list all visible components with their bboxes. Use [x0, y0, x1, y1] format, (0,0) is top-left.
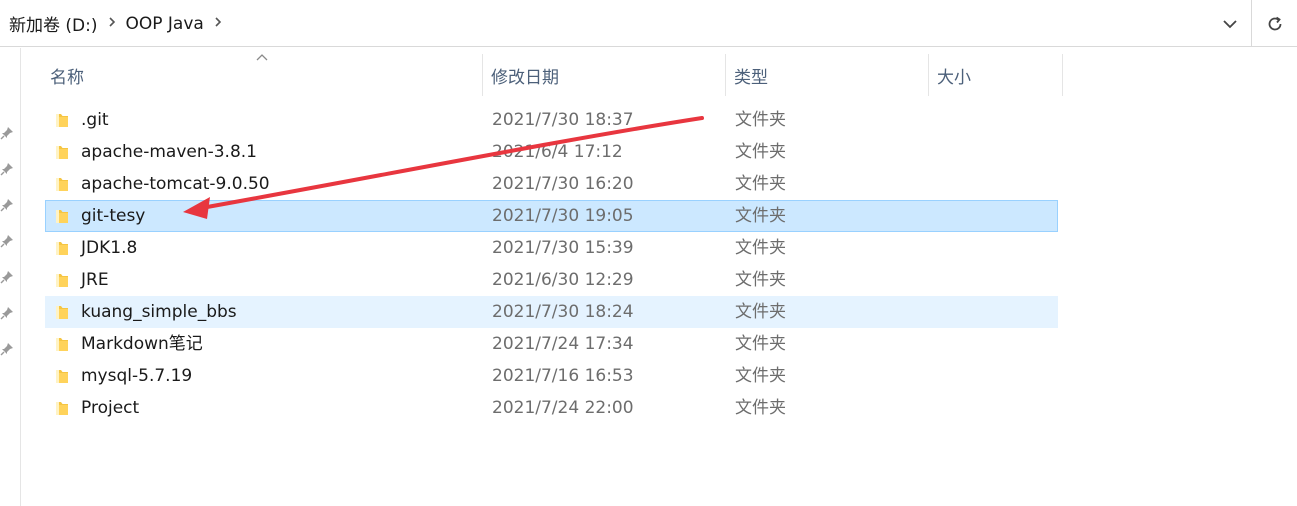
column-divider[interactable] — [928, 54, 929, 96]
breadcrumb-drive[interactable]: 新加卷 (D:) — [5, 11, 102, 36]
column-headers: 名称 修改日期 类型 大小 — [0, 48, 1297, 102]
file-row[interactable]: JDK1.8 2021/7/30 15:39 文件夹 — [45, 232, 1058, 264]
pin-icon[interactable] — [0, 126, 14, 140]
file-row[interactable]: kuang_simple_bbs 2021/7/30 18:24 文件夹 — [45, 296, 1058, 328]
column-divider[interactable] — [482, 54, 483, 96]
file-row[interactable]: git-tesy 2021/7/30 19:05 文件夹 — [45, 200, 1058, 232]
folder-icon — [56, 370, 68, 383]
breadcrumb-folder[interactable]: OOP Java — [122, 14, 208, 34]
file-date-modified: 2021/7/24 17:34 — [492, 334, 634, 354]
file-name: mysql-5.7.19 — [81, 366, 193, 386]
file-date-modified: 2021/6/30 12:29 — [492, 270, 634, 290]
folder-icon — [56, 242, 68, 255]
folder-icon — [56, 146, 68, 159]
file-date-modified: 2021/7/30 18:37 — [492, 110, 634, 130]
folder-icon — [56, 210, 68, 223]
pin-icon[interactable] — [0, 306, 14, 320]
file-list: .git 2021/7/30 18:37 文件夹 apache-maven-3.8.1… — [45, 104, 1058, 424]
file-name: Project — [81, 398, 140, 418]
file-row[interactable]: apache-tomcat-9.0.50 2021/7/30 16:20 文件夹 — [45, 168, 1058, 200]
file-name: apache-tomcat-9.0.50 — [81, 174, 270, 194]
file-date-modified: 2021/7/30 19:05 — [492, 206, 634, 226]
file-row[interactable]: Markdown笔记 2021/7/24 17:34 文件夹 — [45, 328, 1058, 360]
file-name: JDK1.8 — [81, 238, 138, 258]
file-date-modified: 2021/7/16 16:53 — [492, 366, 634, 386]
column-header-size[interactable]: 大小 — [932, 48, 1062, 102]
file-row[interactable]: JRE 2021/6/30 12:29 文件夹 — [45, 264, 1058, 296]
refresh-icon — [1268, 16, 1281, 30]
folder-icon — [56, 338, 68, 351]
pin-icon[interactable] — [0, 198, 14, 212]
chevron-right-icon[interactable] — [208, 16, 228, 32]
file-name: apache-maven-3.8.1 — [81, 142, 258, 162]
pin-icon[interactable] — [0, 162, 14, 176]
folder-icon — [56, 274, 68, 287]
file-date-modified: 2021/7/24 22:00 — [492, 398, 634, 418]
folder-icon — [56, 402, 68, 415]
file-type: 文件夹 — [735, 334, 786, 354]
column-header-name-label: 名称 — [50, 67, 84, 88]
file-type: 文件夹 — [735, 302, 786, 322]
file-type: 文件夹 — [735, 110, 786, 130]
chevron-down-icon — [1223, 19, 1237, 28]
file-type: 文件夹 — [735, 206, 786, 226]
column-header-date-modified[interactable]: 修改日期 — [486, 48, 725, 102]
file-name: kuang_simple_bbs — [81, 302, 237, 322]
file-date-modified: 2021/7/30 18:24 — [492, 302, 634, 322]
file-row[interactable]: mysql-5.7.19 2021/7/16 16:53 文件夹 — [45, 360, 1058, 392]
file-date-modified: 2021/6/4 17:12 — [492, 142, 623, 162]
file-type: 文件夹 — [735, 398, 786, 418]
file-type: 文件夹 — [735, 366, 786, 386]
pin-icon[interactable] — [0, 270, 14, 284]
file-type: 文件夹 — [735, 270, 786, 290]
column-header-type[interactable]: 类型 — [729, 48, 928, 102]
address-bar[interactable]: 新加卷 (D:) OOP Java — [0, 0, 1297, 47]
file-date-modified: 2021/7/30 16:20 — [492, 174, 634, 194]
file-row[interactable]: Project 2021/7/24 22:00 文件夹 — [45, 392, 1058, 424]
folder-icon — [56, 178, 68, 191]
file-name: git-tesy — [81, 206, 146, 226]
navigation-pane[interactable] — [0, 48, 21, 506]
pin-icon[interactable] — [0, 342, 14, 356]
refresh-button[interactable] — [1251, 0, 1297, 47]
breadcrumb: 新加卷 (D:) OOP Java — [5, 0, 228, 47]
sort-ascending-icon — [256, 54, 268, 61]
file-name: Markdown笔记 — [81, 334, 203, 354]
file-type: 文件夹 — [735, 174, 786, 194]
file-row[interactable]: apache-maven-3.8.1 2021/6/4 17:12 文件夹 — [45, 136, 1058, 168]
pin-icon[interactable] — [0, 234, 14, 248]
file-type: 文件夹 — [735, 238, 786, 258]
file-date-modified: 2021/7/30 15:39 — [492, 238, 634, 258]
address-history-dropdown[interactable] — [1209, 0, 1251, 47]
chevron-right-icon[interactable] — [102, 16, 122, 32]
file-row[interactable]: .git 2021/7/30 18:37 文件夹 — [45, 104, 1058, 136]
column-header-size-label: 大小 — [937, 67, 971, 88]
folder-icon — [56, 306, 68, 319]
column-divider[interactable] — [1062, 54, 1063, 96]
file-name: .git — [81, 110, 109, 130]
column-divider[interactable] — [725, 54, 726, 96]
file-name: JRE — [81, 270, 109, 290]
file-type: 文件夹 — [735, 142, 786, 162]
folder-icon — [56, 114, 68, 127]
column-header-type-label: 类型 — [734, 67, 768, 88]
column-header-date-label: 修改日期 — [491, 67, 559, 88]
